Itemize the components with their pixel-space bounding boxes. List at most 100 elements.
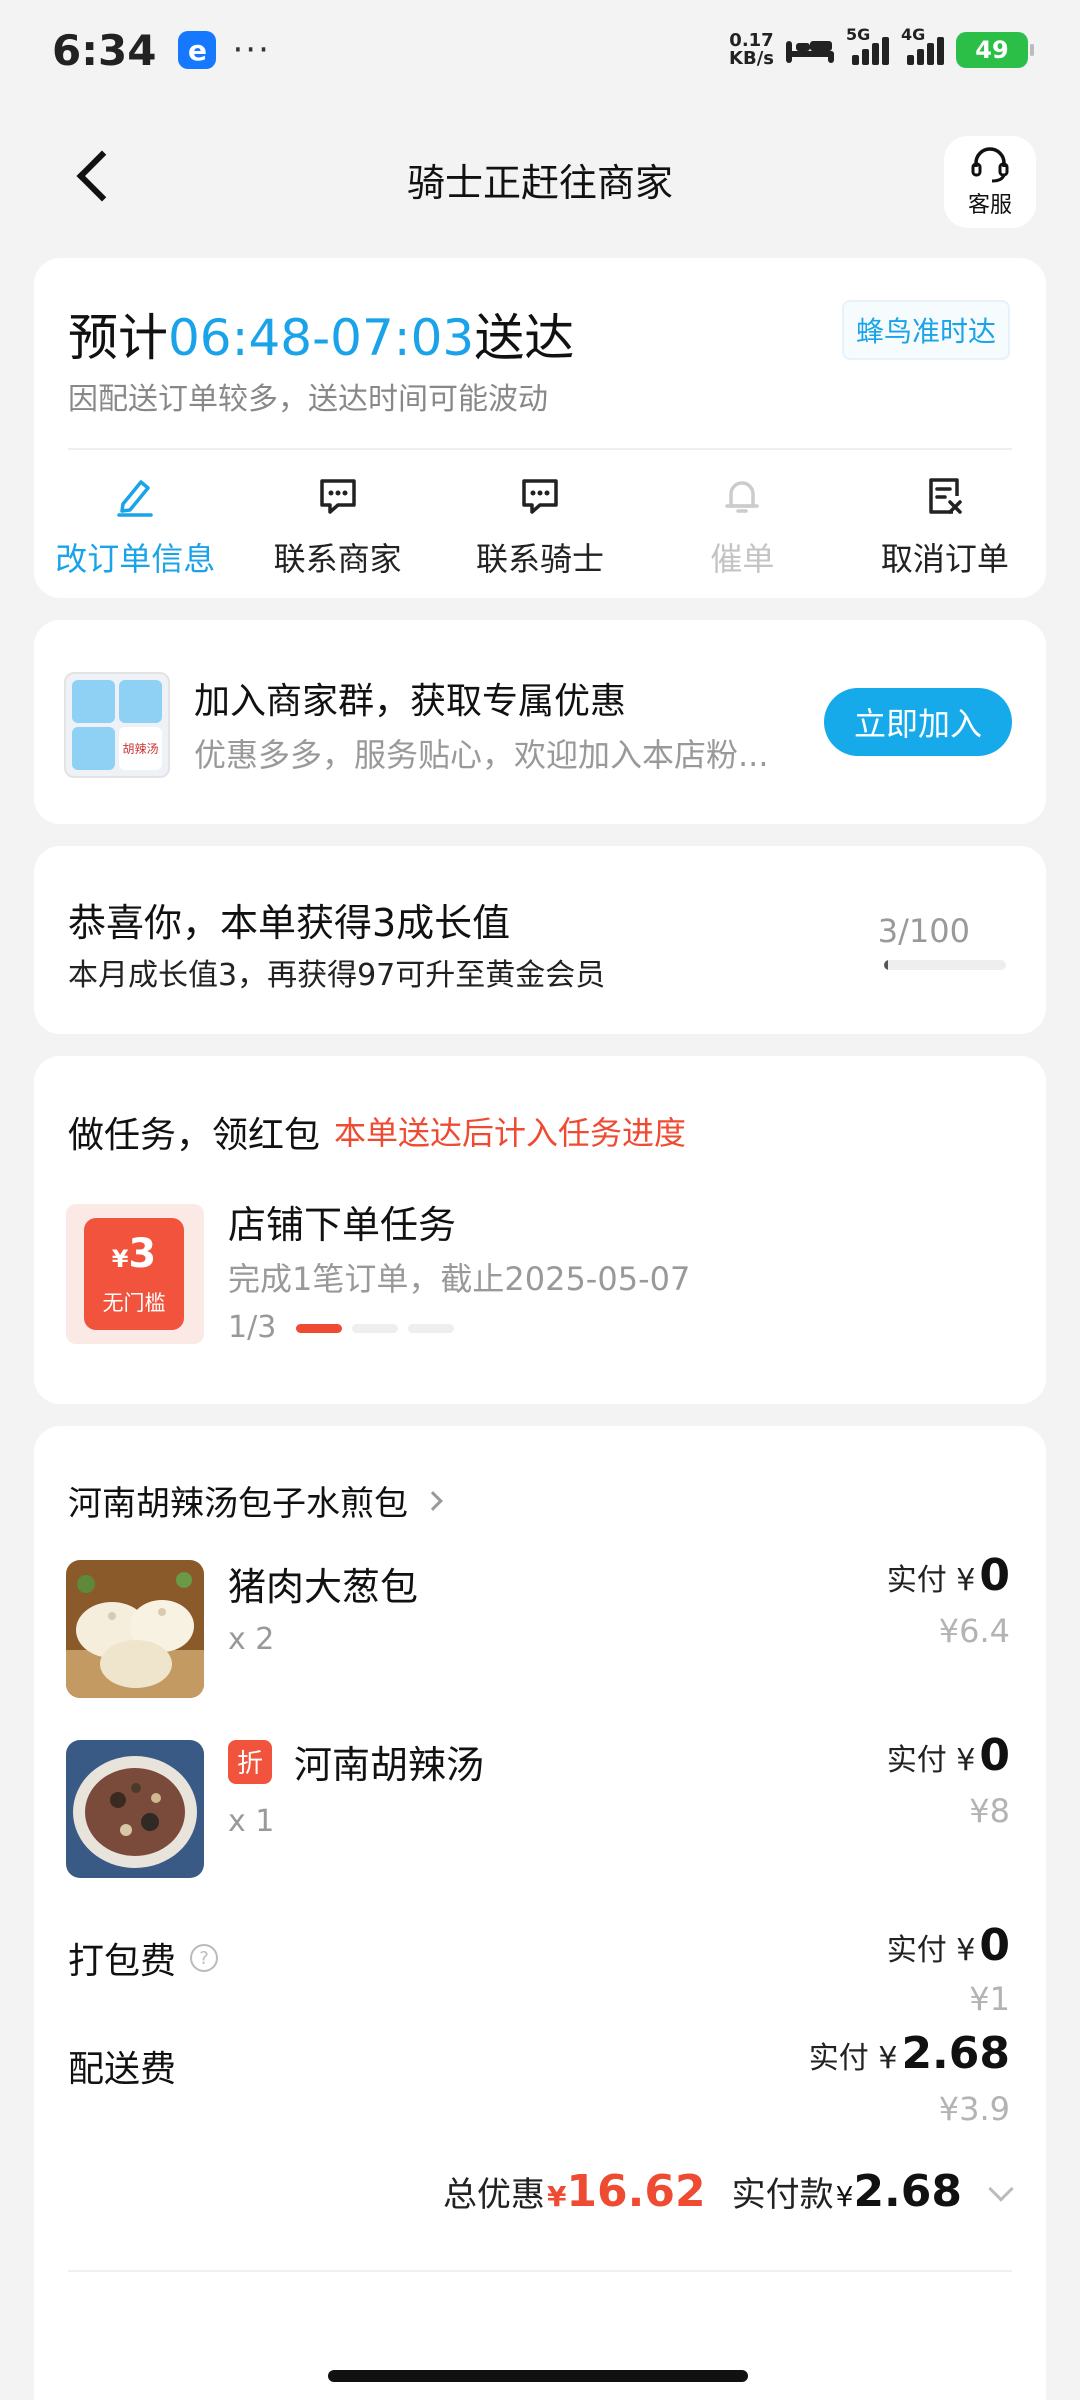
chat-icon xyxy=(316,468,360,524)
coupon-caption: 无门槛 xyxy=(102,1290,166,1315)
paid-value: 2.68 xyxy=(901,2028,1010,2079)
group-title: 加入商家群，获取专属优惠 xyxy=(194,681,627,722)
total-discount-value: 16.62 xyxy=(566,2166,706,2217)
delivery-fee-paid: 实付 ¥2.68 xyxy=(809,2028,1010,2079)
delivery-fee-label: 配送费 xyxy=(68,2040,176,2092)
shop-link[interactable]: 河南胡辣汤包子水煎包 xyxy=(68,1476,443,1525)
paid-value: 0 xyxy=(979,1730,1010,1781)
eta-note: 因配送订单较多，送达时间可能波动 xyxy=(68,382,548,417)
order-card: 河南胡辣汤包子水煎包 猪肉大葱包 x 2 实付 ¥0 ¥6.4 折 河南胡辣汤 … xyxy=(34,1426,1046,2400)
divider xyxy=(68,2270,1012,2272)
eta-text: 预计06:48-07:03送达 xyxy=(68,298,574,370)
total-discount: ¥16.62 xyxy=(547,2166,706,2217)
urge-order-label: 催单 xyxy=(710,540,775,578)
status-bar: 6:34 e ··· 0.17 KB/s 5G 4G 49 xyxy=(0,0,1080,100)
item-image-soup[interactable] xyxy=(66,1740,204,1878)
currency: ¥ xyxy=(835,2180,854,2213)
item-name: 折 河南胡辣汤 xyxy=(228,1734,484,1789)
eta-suffix: 送达 xyxy=(474,309,575,367)
growth-count: 3/100 xyxy=(877,912,970,950)
headset-icon xyxy=(971,147,1009,183)
cancel-order-icon xyxy=(923,468,967,524)
coupon-image: ¥3 无门槛 xyxy=(66,1204,204,1344)
edit-order-button[interactable]: 改订单信息 xyxy=(34,468,236,580)
merchant-logo: 胡辣汤 xyxy=(119,727,162,770)
signal-5g-icon: 5G xyxy=(846,25,889,65)
on-time-badge[interactable]: 蜂鸟准时达 xyxy=(841,300,1010,360)
paid-label: 实付 xyxy=(886,1743,947,1778)
paid-label: 实付 xyxy=(886,1563,947,1598)
coupon-currency: ¥ xyxy=(111,1244,129,1273)
net-speed-unit: KB/s xyxy=(729,48,774,69)
paid-value: 0 xyxy=(979,1920,1010,1971)
delivery-fee-text: 配送费 xyxy=(68,2049,177,2090)
growth-progress-bar xyxy=(884,960,1006,970)
task-progress-dots xyxy=(296,1324,454,1333)
edit-icon xyxy=(113,468,157,524)
chevron-down-icon xyxy=(988,2176,1014,2202)
bell-icon xyxy=(720,468,764,524)
net-speed: 0.17 KB/s xyxy=(729,32,774,68)
currency: ¥ xyxy=(546,2180,567,2213)
group-subtitle: 优惠多多，服务贴心，欢迎加入本店粉... xyxy=(194,736,769,774)
contact-rider-label: 联系骑士 xyxy=(476,540,605,578)
growth-card: 恭喜你，本单获得3成长值 本月成长值3，再获得97可升至黄金会员 3/100 xyxy=(34,846,1046,1034)
order-total[interactable]: 总优惠 ¥16.62 实付款 ¥2.68 xyxy=(443,2166,1014,2217)
paid-value: 0 xyxy=(979,1550,1010,1601)
growth-title: 恭喜你，本单获得3成长值 xyxy=(68,901,511,945)
paid-label: 实付 xyxy=(808,2041,869,2076)
discount-tag: 折 xyxy=(228,1739,272,1784)
chevron-right-icon xyxy=(423,1490,443,1511)
item-name-text: 猪肉大葱包 xyxy=(228,1565,419,1609)
task-title: 做任务，领红包 xyxy=(68,1115,321,1156)
shop-name: 河南胡辣汤包子水煎包 xyxy=(68,1484,408,1524)
join-group-button[interactable]: 立即加入 xyxy=(824,688,1012,756)
currency: ¥ xyxy=(956,1933,976,1968)
battery-level: 49 xyxy=(975,36,1009,64)
packing-fee-text: 打包费 xyxy=(68,1941,177,1982)
packing-fee-paid: 实付 ¥0 xyxy=(887,1920,1010,1971)
merchant-group-avatar: 胡辣汤 xyxy=(64,672,170,778)
task-progress-dot xyxy=(296,1324,342,1333)
signal-5g-label: 5G xyxy=(846,25,871,44)
item-paid: 实付 ¥0 xyxy=(887,1730,1010,1781)
currency: ¥ xyxy=(956,1563,976,1598)
page-title: 骑士正赶往商家 xyxy=(406,161,673,205)
nav-bar: 骑士正赶往商家 客服 xyxy=(0,130,1080,230)
contact-rider-button[interactable]: 联系骑士 xyxy=(439,468,641,580)
packing-fee-original: ¥1 xyxy=(969,1980,1010,2018)
cancel-order-label: 取消订单 xyxy=(880,540,1009,578)
chat-icon xyxy=(518,468,562,524)
item-original-price: ¥8 xyxy=(969,1792,1010,1830)
order-actions: 改订单信息 联系商家 联系骑士 催单 取消订单 xyxy=(34,468,1046,580)
signal-4g-icon: 4G xyxy=(901,25,944,65)
task-progress-dot xyxy=(352,1324,398,1333)
growth-subtitle: 本月成长值3，再获得97可升至黄金会员 xyxy=(68,958,606,993)
customer-service-button[interactable]: 客服 xyxy=(944,136,1036,228)
delivery-fee-original: ¥3.9 xyxy=(938,2090,1010,2128)
growth-progress-fill xyxy=(884,960,888,970)
help-icon[interactable]: ? xyxy=(190,1944,219,1972)
coupon: ¥3 无门槛 xyxy=(84,1218,184,1330)
cancel-order-button[interactable]: 取消订单 xyxy=(844,468,1046,580)
battery-icon: 49 xyxy=(956,32,1034,68)
item-image-baozi[interactable] xyxy=(66,1560,204,1698)
packing-fee-label: 打包费 ? xyxy=(68,1932,219,1984)
merchant-group-card[interactable]: 胡辣汤 加入商家群，获取专属优惠 优惠多多，服务贴心，欢迎加入本店粉... 立即… xyxy=(34,620,1046,824)
total-paid: ¥2.68 xyxy=(836,2166,962,2217)
more-notifications-icon: ··· xyxy=(232,30,271,70)
contact-merchant-button[interactable]: 联系商家 xyxy=(236,468,438,580)
delivery-card: 预计06:48-07:03送达 蜂鸟准时达 因配送订单较多，送达时间可能波动 改… xyxy=(34,258,1046,598)
sleep-mode-icon xyxy=(786,37,834,63)
contact-merchant-label: 联系商家 xyxy=(273,540,402,578)
item-original-price: ¥6.4 xyxy=(938,1612,1010,1650)
task-desc: 完成1笔订单，截止2025-05-07 xyxy=(228,1260,691,1298)
urge-order-button[interactable]: 催单 xyxy=(641,468,843,580)
item-paid: 实付 ¥0 xyxy=(887,1550,1010,1601)
currency: ¥ xyxy=(956,1743,976,1778)
home-indicator[interactable] xyxy=(328,2370,748,2382)
item-name: 猪肉大葱包 xyxy=(228,1556,418,1611)
total-paid-value: 2.68 xyxy=(853,2166,962,2217)
task-name[interactable]: 店铺下单任务 xyxy=(228,1194,456,1249)
customer-service-label: 客服 xyxy=(967,193,1012,218)
